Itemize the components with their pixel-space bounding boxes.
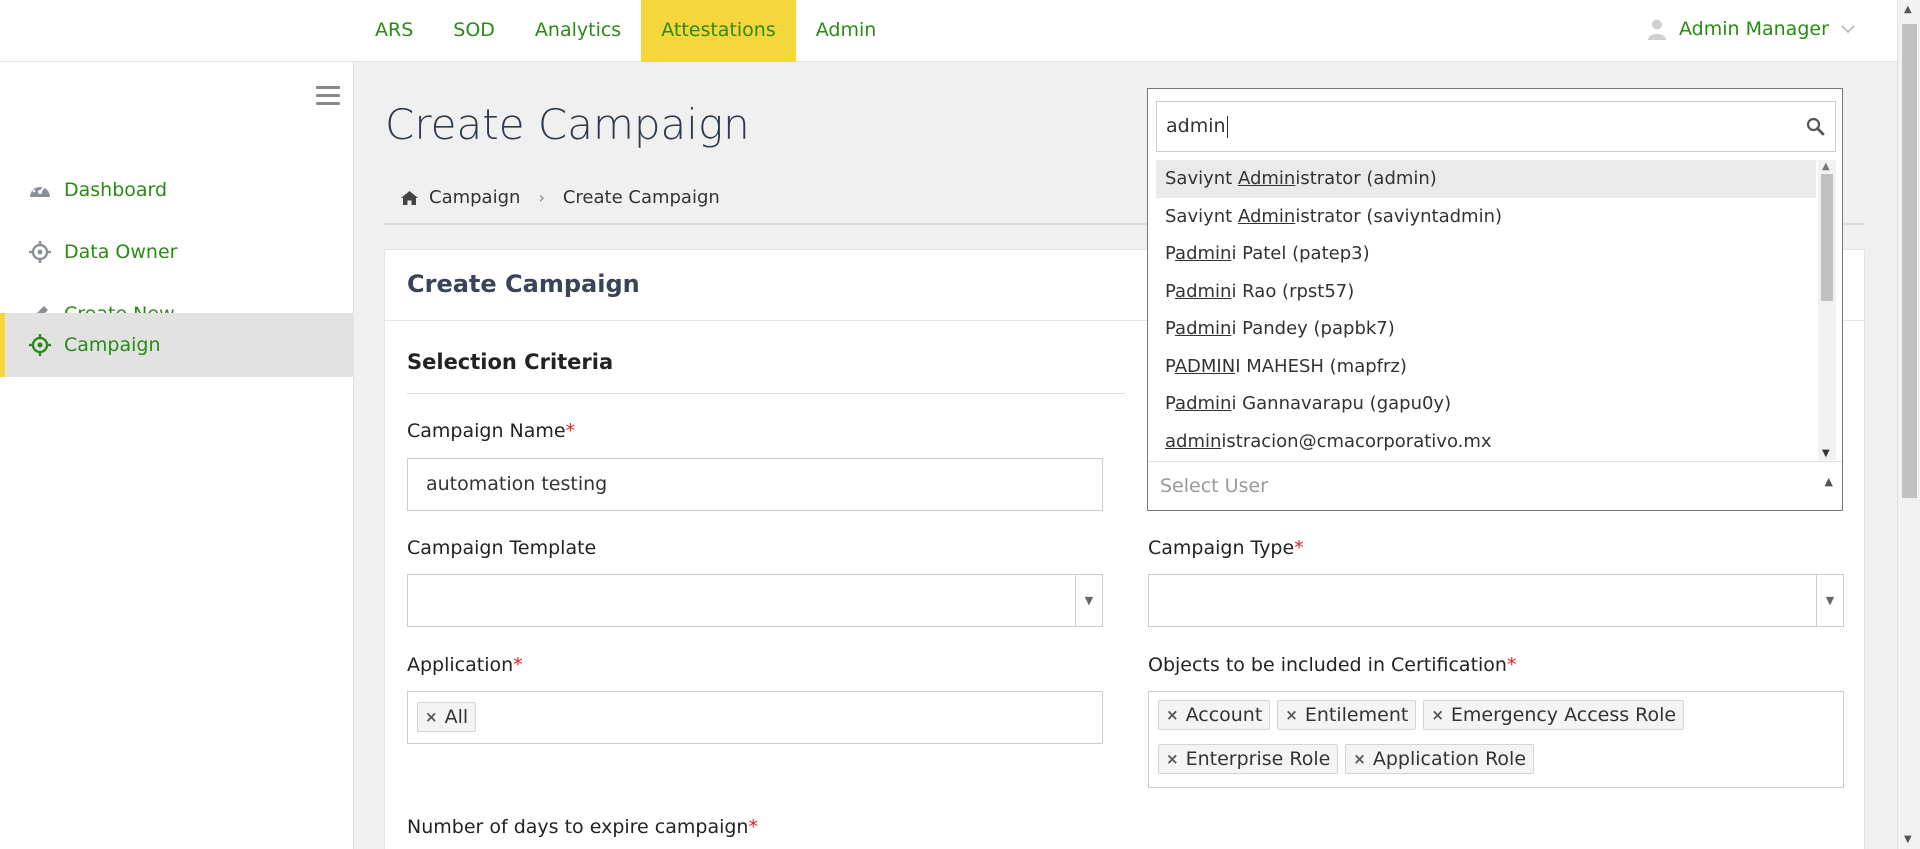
objects-label: Objects to be included in Certification* xyxy=(1148,654,1517,676)
campaign-icon xyxy=(27,332,53,358)
user-menu[interactable]: Admin Manager xyxy=(1647,18,1855,40)
section-title: Selection Criteria xyxy=(407,350,614,374)
user-avatar-icon xyxy=(1648,19,1666,40)
user-option[interactable]: administracion@cmacorporativo.mx xyxy=(1156,423,1816,461)
expire-days-label: Number of days to expire campaign* xyxy=(407,816,758,838)
card-title: Create Campaign xyxy=(407,270,640,298)
home-icon[interactable] xyxy=(400,190,419,206)
scrollbar-thumb[interactable] xyxy=(1821,174,1833,301)
sidebar-item-label: Dashboard xyxy=(64,179,168,201)
search-icon xyxy=(1806,117,1825,136)
main-nav: ARS SOD Analytics Attestations Admin xyxy=(355,0,896,62)
user-option[interactable]: PADMINI MAHESH (mapfrz) xyxy=(1156,348,1816,386)
campaign-type-select[interactable]: ▼ xyxy=(1148,574,1844,627)
remove-tag-icon[interactable]: × xyxy=(1285,706,1298,724)
campaign-type-label: Campaign Type* xyxy=(1148,537,1304,559)
sidebar-item-data-owner[interactable]: Data Owner xyxy=(0,220,354,284)
campaign-template-label: Campaign Template xyxy=(407,537,597,559)
nav-attestations[interactable]: Attestations xyxy=(641,0,796,62)
scroll-up-icon[interactable]: ▲ xyxy=(1822,161,1830,172)
remove-tag-icon[interactable]: × xyxy=(1353,750,1366,768)
nav-sod[interactable]: SOD xyxy=(433,0,515,62)
sidebar-item-dashboard[interactable]: Dashboard xyxy=(0,158,354,222)
campaign-name-input[interactable]: automation testing xyxy=(407,458,1103,511)
nav-analytics[interactable]: Analytics xyxy=(515,0,641,62)
tag-application-role: × Application Role xyxy=(1345,744,1535,774)
user-search-value: admin xyxy=(1166,115,1226,137)
page-title: Create Campaign xyxy=(385,100,750,149)
breadcrumb-separator-icon: › xyxy=(538,188,545,207)
campaign-template-select[interactable]: ▼ xyxy=(407,574,1103,627)
user-option[interactable]: Saviynt Administrator (saviyntadmin) xyxy=(1156,198,1816,236)
application-label: Application* xyxy=(407,654,523,676)
user-option[interactable]: Padmini Pandey (papbk7) xyxy=(1156,310,1816,348)
user-option[interactable]: Padmini Rao (rpst57) xyxy=(1156,273,1816,311)
user-option[interactable]: Padmini Patel (patep3) xyxy=(1156,235,1816,273)
section-divider xyxy=(407,393,1125,394)
nav-admin[interactable]: Admin xyxy=(796,0,897,62)
sidebar-item-label: Campaign xyxy=(64,334,161,356)
remove-tag-icon[interactable]: × xyxy=(1166,706,1179,724)
user-search-input[interactable]: admin xyxy=(1156,101,1836,152)
scrollbar-thumb[interactable] xyxy=(1902,24,1917,498)
campaign-name-label: Campaign Name* xyxy=(407,420,576,442)
user-select-box[interactable]: Select User ▲ xyxy=(1148,461,1842,511)
hamburger-menu-icon[interactable] xyxy=(316,86,340,106)
user-name: Admin Manager xyxy=(1679,18,1829,40)
tag-entilement: × Entilement xyxy=(1277,700,1417,730)
dropdown-arrow-icon: ▼ xyxy=(1075,575,1102,626)
dropdown-up-arrow-icon: ▲ xyxy=(1824,475,1833,488)
user-select-placeholder: Select User xyxy=(1160,475,1268,497)
user-option-list: Saviynt Administrator (admin) Saviynt Ad… xyxy=(1156,160,1816,460)
remove-tag-icon[interactable]: × xyxy=(425,708,438,726)
tag-enterprise-role: × Enterprise Role xyxy=(1158,744,1339,774)
remove-tag-icon[interactable]: × xyxy=(1431,706,1444,724)
dropdown-arrow-icon: ▼ xyxy=(1816,575,1843,626)
breadcrumb: Campaign › Create Campaign xyxy=(400,187,720,208)
breadcrumb-campaign-link[interactable]: Campaign xyxy=(429,187,520,208)
application-multiselect[interactable]: × All xyxy=(407,691,1103,744)
scroll-down-icon[interactable]: ▼ xyxy=(1822,448,1830,459)
tag-emergency-access-role: × Emergency Access Role xyxy=(1423,700,1685,730)
tag-all: × All xyxy=(417,702,477,732)
chevron-down-icon xyxy=(1841,25,1855,34)
option-list-scrollbar[interactable]: ▲ ▼ xyxy=(1818,160,1836,460)
data-owner-icon xyxy=(27,239,53,265)
scroll-down-icon[interactable]: ▼ xyxy=(1904,834,1912,845)
sidebar: Dashboard Data Owner Create New xyxy=(0,62,354,849)
top-navbar: ARS SOD Analytics Attestations Admin Adm… xyxy=(0,0,1897,62)
scroll-up-icon[interactable]: ▲ xyxy=(1904,4,1912,15)
sidebar-item-label: Data Owner xyxy=(64,241,178,263)
tag-account: × Account xyxy=(1158,700,1271,730)
page-scrollbar[interactable]: ▲ ▼ xyxy=(1897,0,1920,849)
user-option[interactable]: Padmini Gannavarapu (gapu0y) xyxy=(1156,385,1816,423)
nav-ars[interactable]: ARS xyxy=(355,0,433,62)
user-select-dropdown: admin Saviynt Administrator (admin) Savi… xyxy=(1147,88,1843,511)
objects-multiselect[interactable]: × Account × Entilement × Emergency Acces… xyxy=(1148,691,1844,788)
user-option[interactable]: Saviynt Administrator (admin) xyxy=(1156,160,1816,198)
sidebar-item-campaign[interactable]: Campaign xyxy=(0,313,354,377)
dashboard-icon xyxy=(27,177,53,203)
breadcrumb-current: Create Campaign xyxy=(562,187,720,208)
remove-tag-icon[interactable]: × xyxy=(1166,750,1179,768)
